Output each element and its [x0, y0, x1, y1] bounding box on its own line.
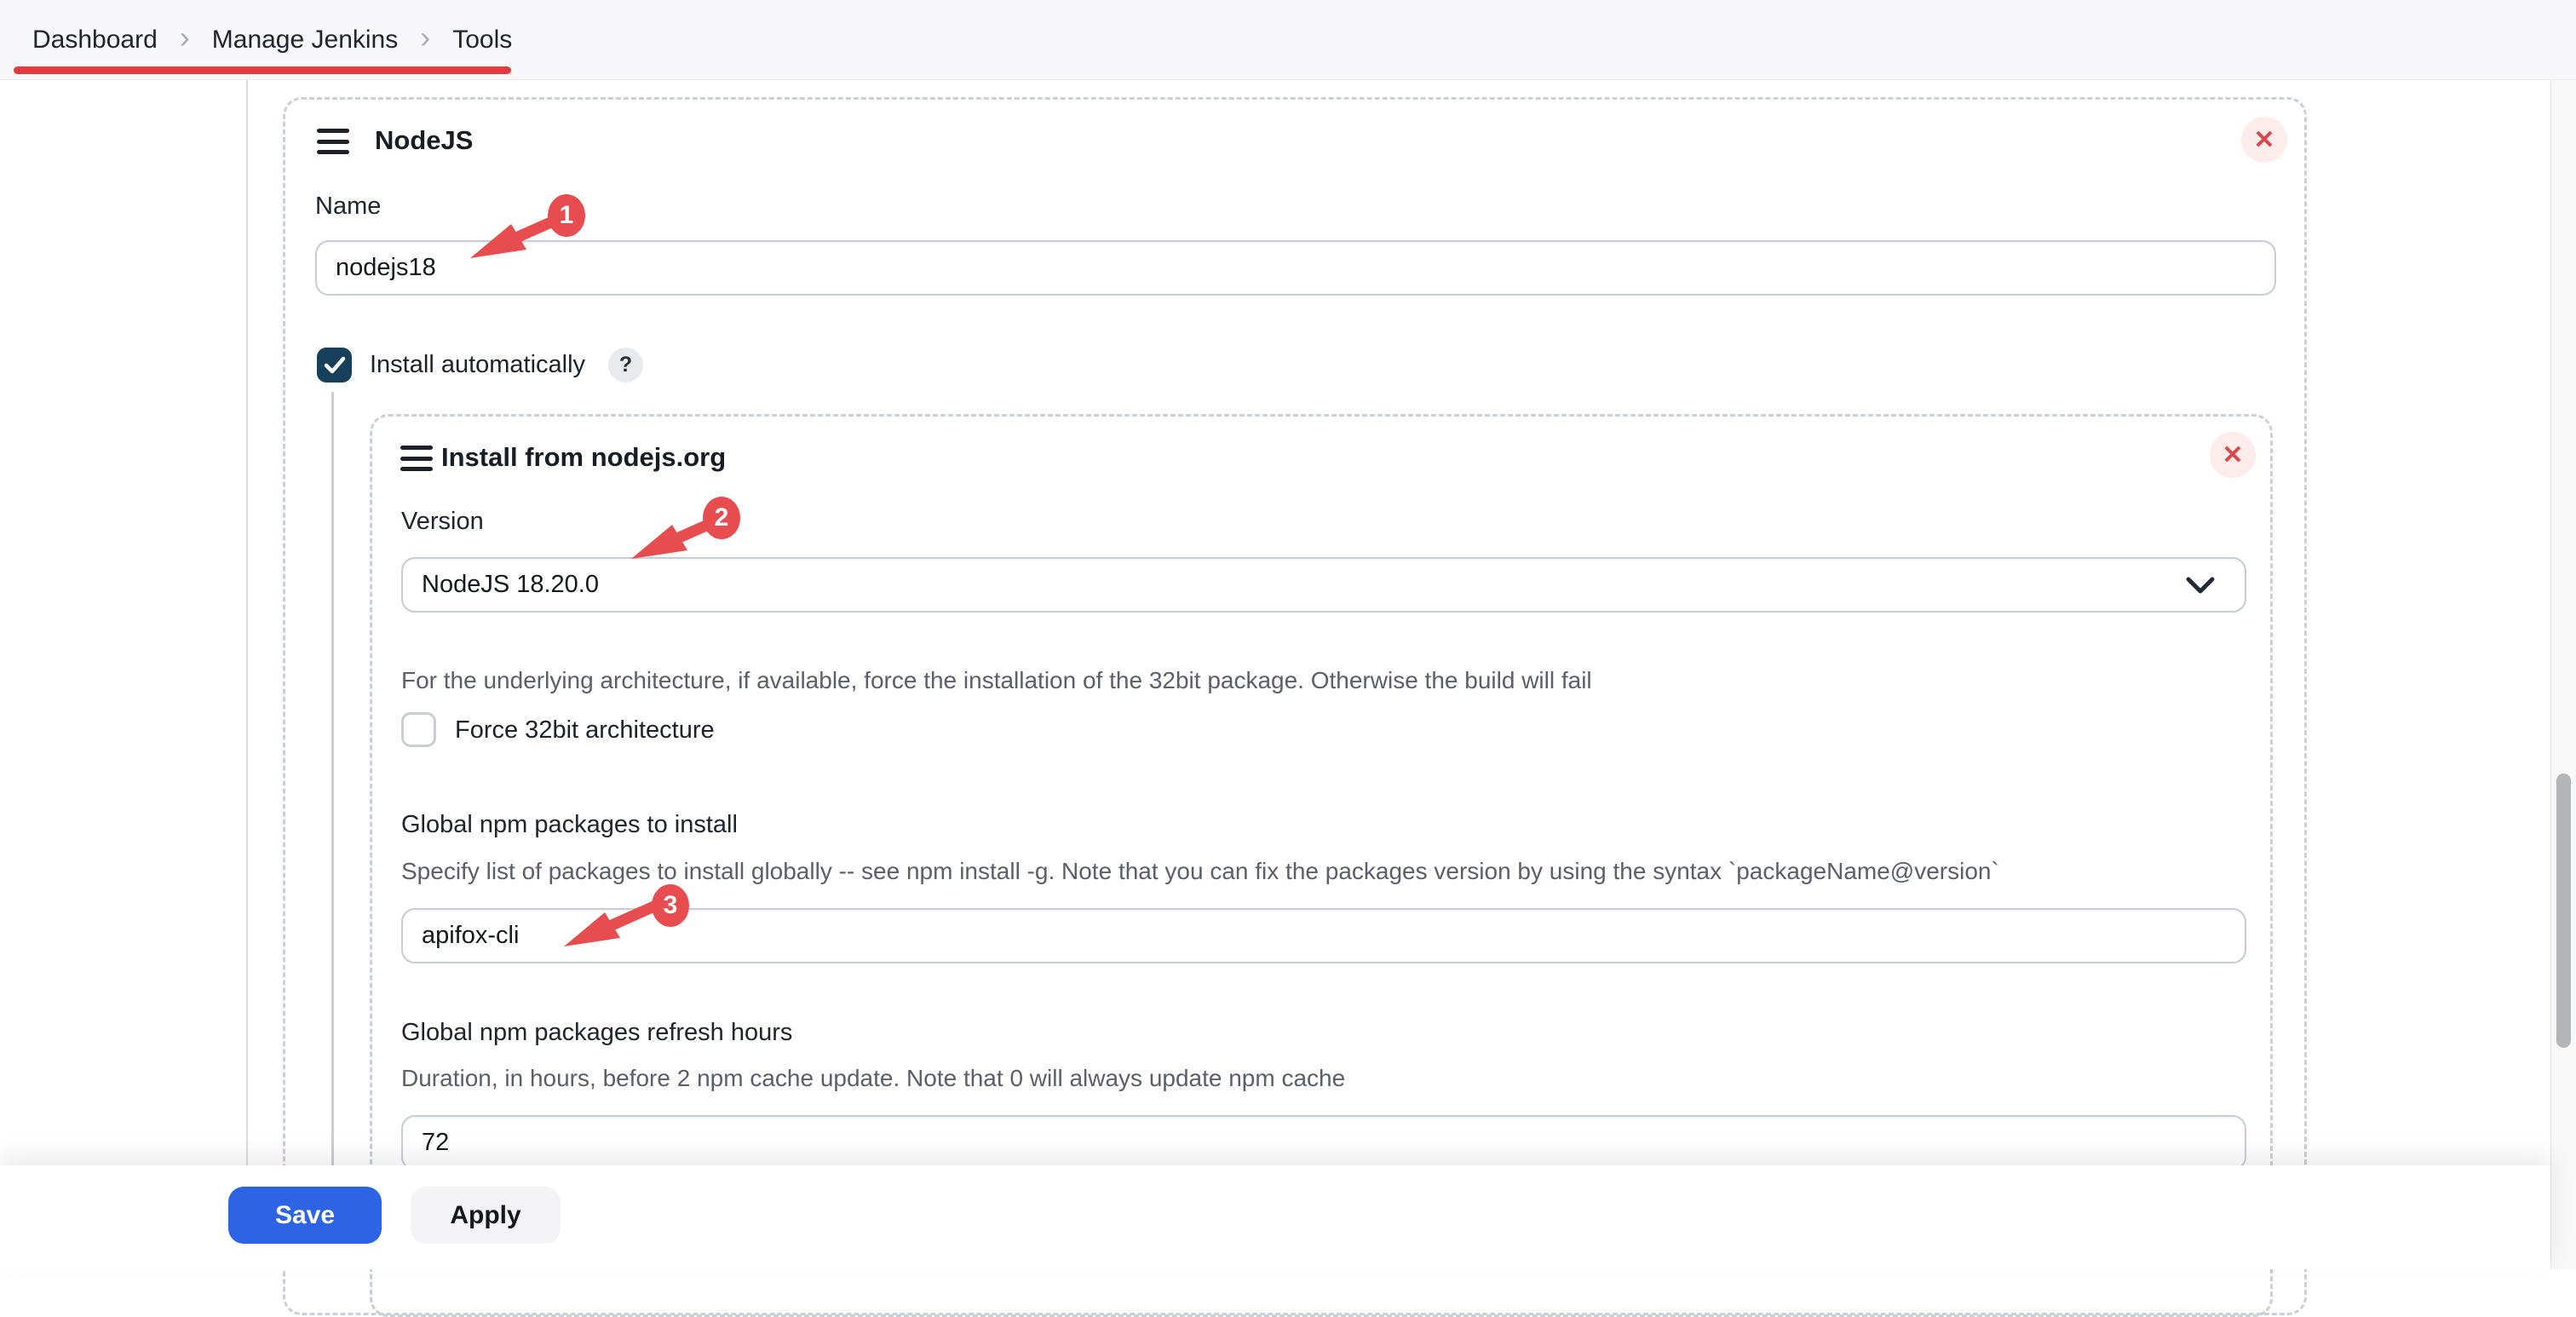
- close-icon[interactable]: ✕: [2210, 432, 2256, 478]
- sidebar-divider: [246, 80, 248, 1165]
- close-icon[interactable]: ✕: [2241, 117, 2287, 163]
- force32-label: Force 32bit architecture: [455, 716, 715, 745]
- installer-card-title: Install from nodejs.org: [441, 442, 726, 473]
- annotation-step-2: 2: [703, 497, 740, 539]
- scrollbar-thumb[interactable]: [2556, 774, 2571, 1048]
- annotation-arrow-3: [561, 899, 663, 952]
- nested-connector-line: [331, 392, 334, 1269]
- tool-card-title: NodeJS: [375, 125, 473, 156]
- checkmark-icon: [324, 356, 346, 375]
- chevron-right-icon: ›: [420, 20, 430, 55]
- refresh-hours-help-text: Duration, in hours, before 2 npm cache u…: [401, 1065, 1345, 1092]
- version-select[interactable]: NodeJS 18.20.0: [401, 557, 2246, 612]
- name-input[interactable]: [315, 240, 2276, 296]
- npm-packages-help-text: Specify list of packages to install glob…: [401, 858, 1999, 885]
- chevron-right-icon: ›: [180, 20, 190, 55]
- force32-help-text: For the underlying architecture, if avai…: [401, 667, 1592, 694]
- breadcrumb-dashboard[interactable]: Dashboard: [32, 26, 158, 55]
- annotation-breadcrumb-underline: [14, 66, 511, 74]
- npm-packages-label: Global npm packages to install: [401, 811, 738, 839]
- refresh-hours-label: Global npm packages refresh hours: [401, 1019, 792, 1047]
- annotation-step-1: 1: [548, 194, 585, 237]
- help-button[interactable]: ?: [608, 348, 643, 382]
- apply-button[interactable]: Apply: [411, 1187, 561, 1244]
- drag-handle-icon[interactable]: [400, 446, 433, 471]
- chevron-down-icon: [2185, 576, 2216, 596]
- name-label: Name: [315, 193, 381, 221]
- install-automatically-checkbox[interactable]: [317, 348, 352, 382]
- version-select-value: NodeJS 18.20.0: [422, 571, 599, 599]
- drag-handle-icon[interactable]: [317, 129, 349, 154]
- breadcrumb-tools[interactable]: Tools: [452, 26, 512, 55]
- bottom-action-bar: Save Apply: [0, 1165, 2550, 1269]
- scrollbar-track[interactable]: [2550, 80, 2576, 1269]
- annotation-step-3: 3: [652, 884, 689, 927]
- breadcrumb-manage-jenkins[interactable]: Manage Jenkins: [212, 26, 398, 55]
- save-button[interactable]: Save: [228, 1187, 382, 1244]
- install-automatically-label: Install automatically: [370, 351, 585, 379]
- force32-checkbox[interactable]: [401, 712, 436, 747]
- version-label: Version: [401, 508, 484, 536]
- refresh-hours-input[interactable]: [401, 1115, 2246, 1170]
